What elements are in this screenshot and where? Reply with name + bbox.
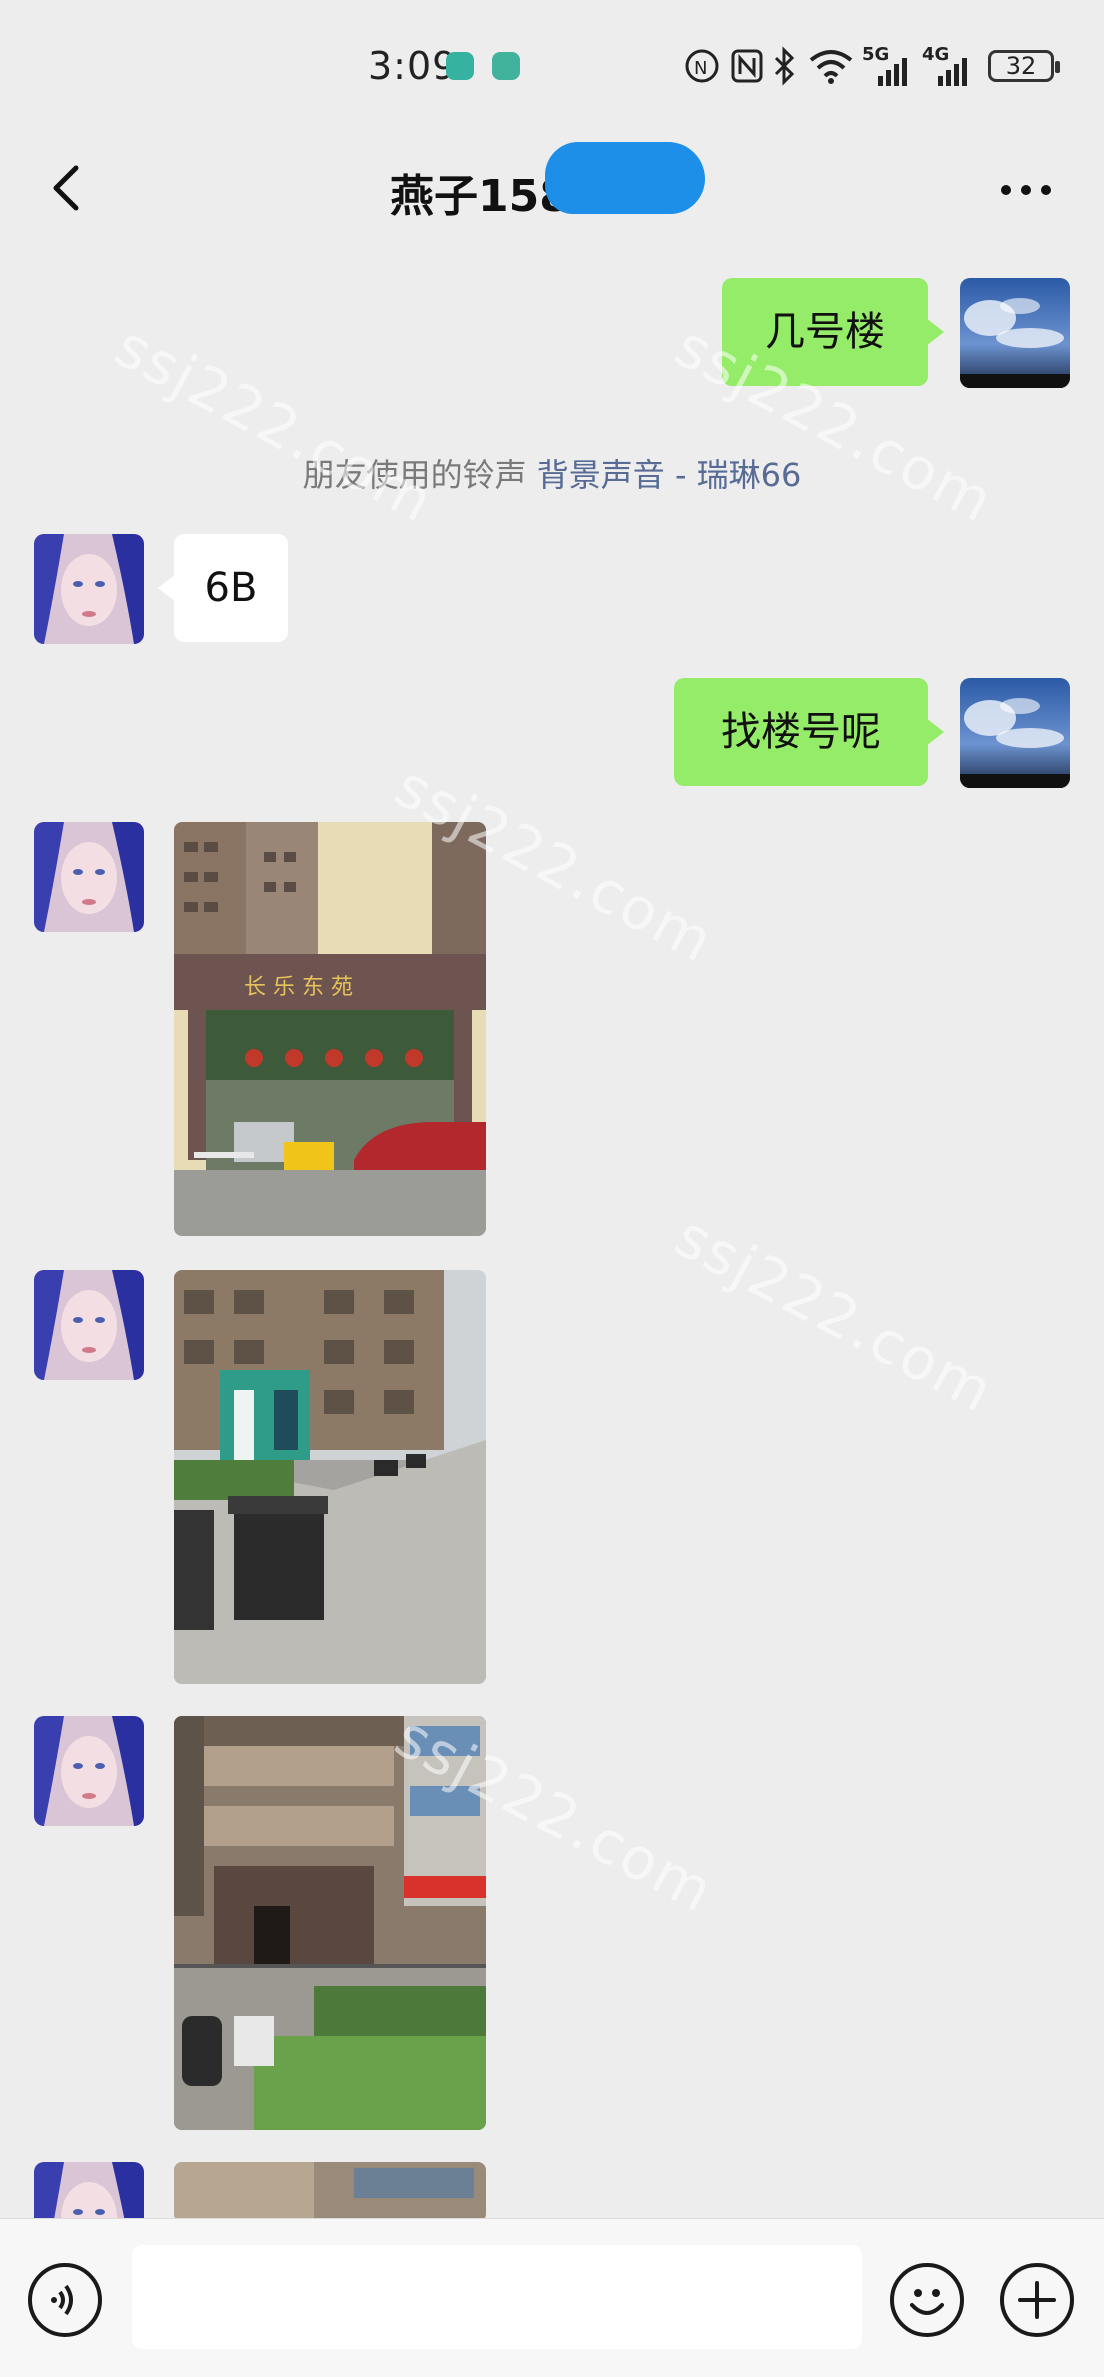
message-input-bar [0, 2218, 1104, 2377]
bluetooth-icon [774, 46, 795, 86]
contact-avatar[interactable] [34, 2162, 144, 2218]
plus-icon [1018, 2281, 1056, 2319]
system-message-text: 朋友使用的铃声 [302, 456, 527, 494]
app-notification-icon [492, 52, 520, 80]
status-bar: 3:09 N 5G 4G 32 [0, 0, 1104, 130]
message-text: 几号楼 [765, 309, 885, 355]
emoji-icon [910, 2289, 944, 2315]
svg-text:N: N [694, 58, 707, 79]
ringtone-link[interactable]: 背景声音 - 瑞琳66 [537, 456, 802, 494]
system-ringtone-message: 朋友使用的铃声 背景声音 - 瑞琳66 [0, 450, 1104, 496]
image-message[interactable] [174, 1270, 486, 1684]
message-text-field[interactable] [132, 2245, 862, 2349]
message-text: 6B [204, 565, 258, 611]
status-time: 3:09 [368, 44, 458, 88]
battery-level: 32 [1005, 52, 1037, 80]
incoming-text-bubble[interactable]: 6B [158, 534, 288, 642]
battery-icon: 32 [988, 50, 1060, 82]
my-avatar[interactable] [960, 278, 1070, 388]
emoji-button[interactable] [890, 2263, 964, 2337]
watermark-text: ssj222.com [664, 1201, 1006, 1427]
back-chevron-icon[interactable] [40, 158, 100, 218]
wifi-icon [809, 50, 853, 84]
contact-avatar[interactable] [34, 1270, 144, 1380]
redaction-scribble [545, 142, 705, 214]
app-notification-icon [446, 52, 474, 80]
voice-input-button[interactable] [28, 2263, 102, 2337]
more-actions-button[interactable] [1000, 2263, 1074, 2337]
chat-title: 燕子158 [390, 171, 570, 222]
my-avatar[interactable] [960, 678, 1070, 788]
outgoing-text-bubble[interactable]: 找楼号呢 [674, 678, 944, 786]
signal-4g-icon: 4G [922, 44, 972, 86]
nfc-icon: N [685, 49, 719, 83]
image-message[interactable] [174, 1716, 486, 2130]
signal-5g-icon: 5G [862, 44, 912, 86]
contact-avatar[interactable] [34, 1716, 144, 1826]
watermark-text: ssj222.com [104, 311, 446, 537]
outgoing-text-bubble[interactable]: 几号楼 [722, 278, 944, 386]
chat-message-list[interactable]: 几号楼 朋友使用的铃声 背景声音 - 瑞琳66 6B 找楼号呢 长 乐 东 苑 … [0, 250, 1104, 2218]
image-message[interactable] [174, 2162, 486, 2218]
more-dots-icon[interactable] [996, 170, 1056, 210]
nfc-n-icon [731, 49, 763, 83]
contact-avatar[interactable] [34, 822, 144, 932]
contact-avatar[interactable] [34, 534, 144, 644]
voice-icon [51, 2284, 73, 2316]
gate-sign-text: 长 乐 东 苑 [244, 975, 353, 1000]
message-text: 找楼号呢 [721, 709, 881, 755]
image-message[interactable]: 长 乐 东 苑 [174, 822, 486, 1236]
